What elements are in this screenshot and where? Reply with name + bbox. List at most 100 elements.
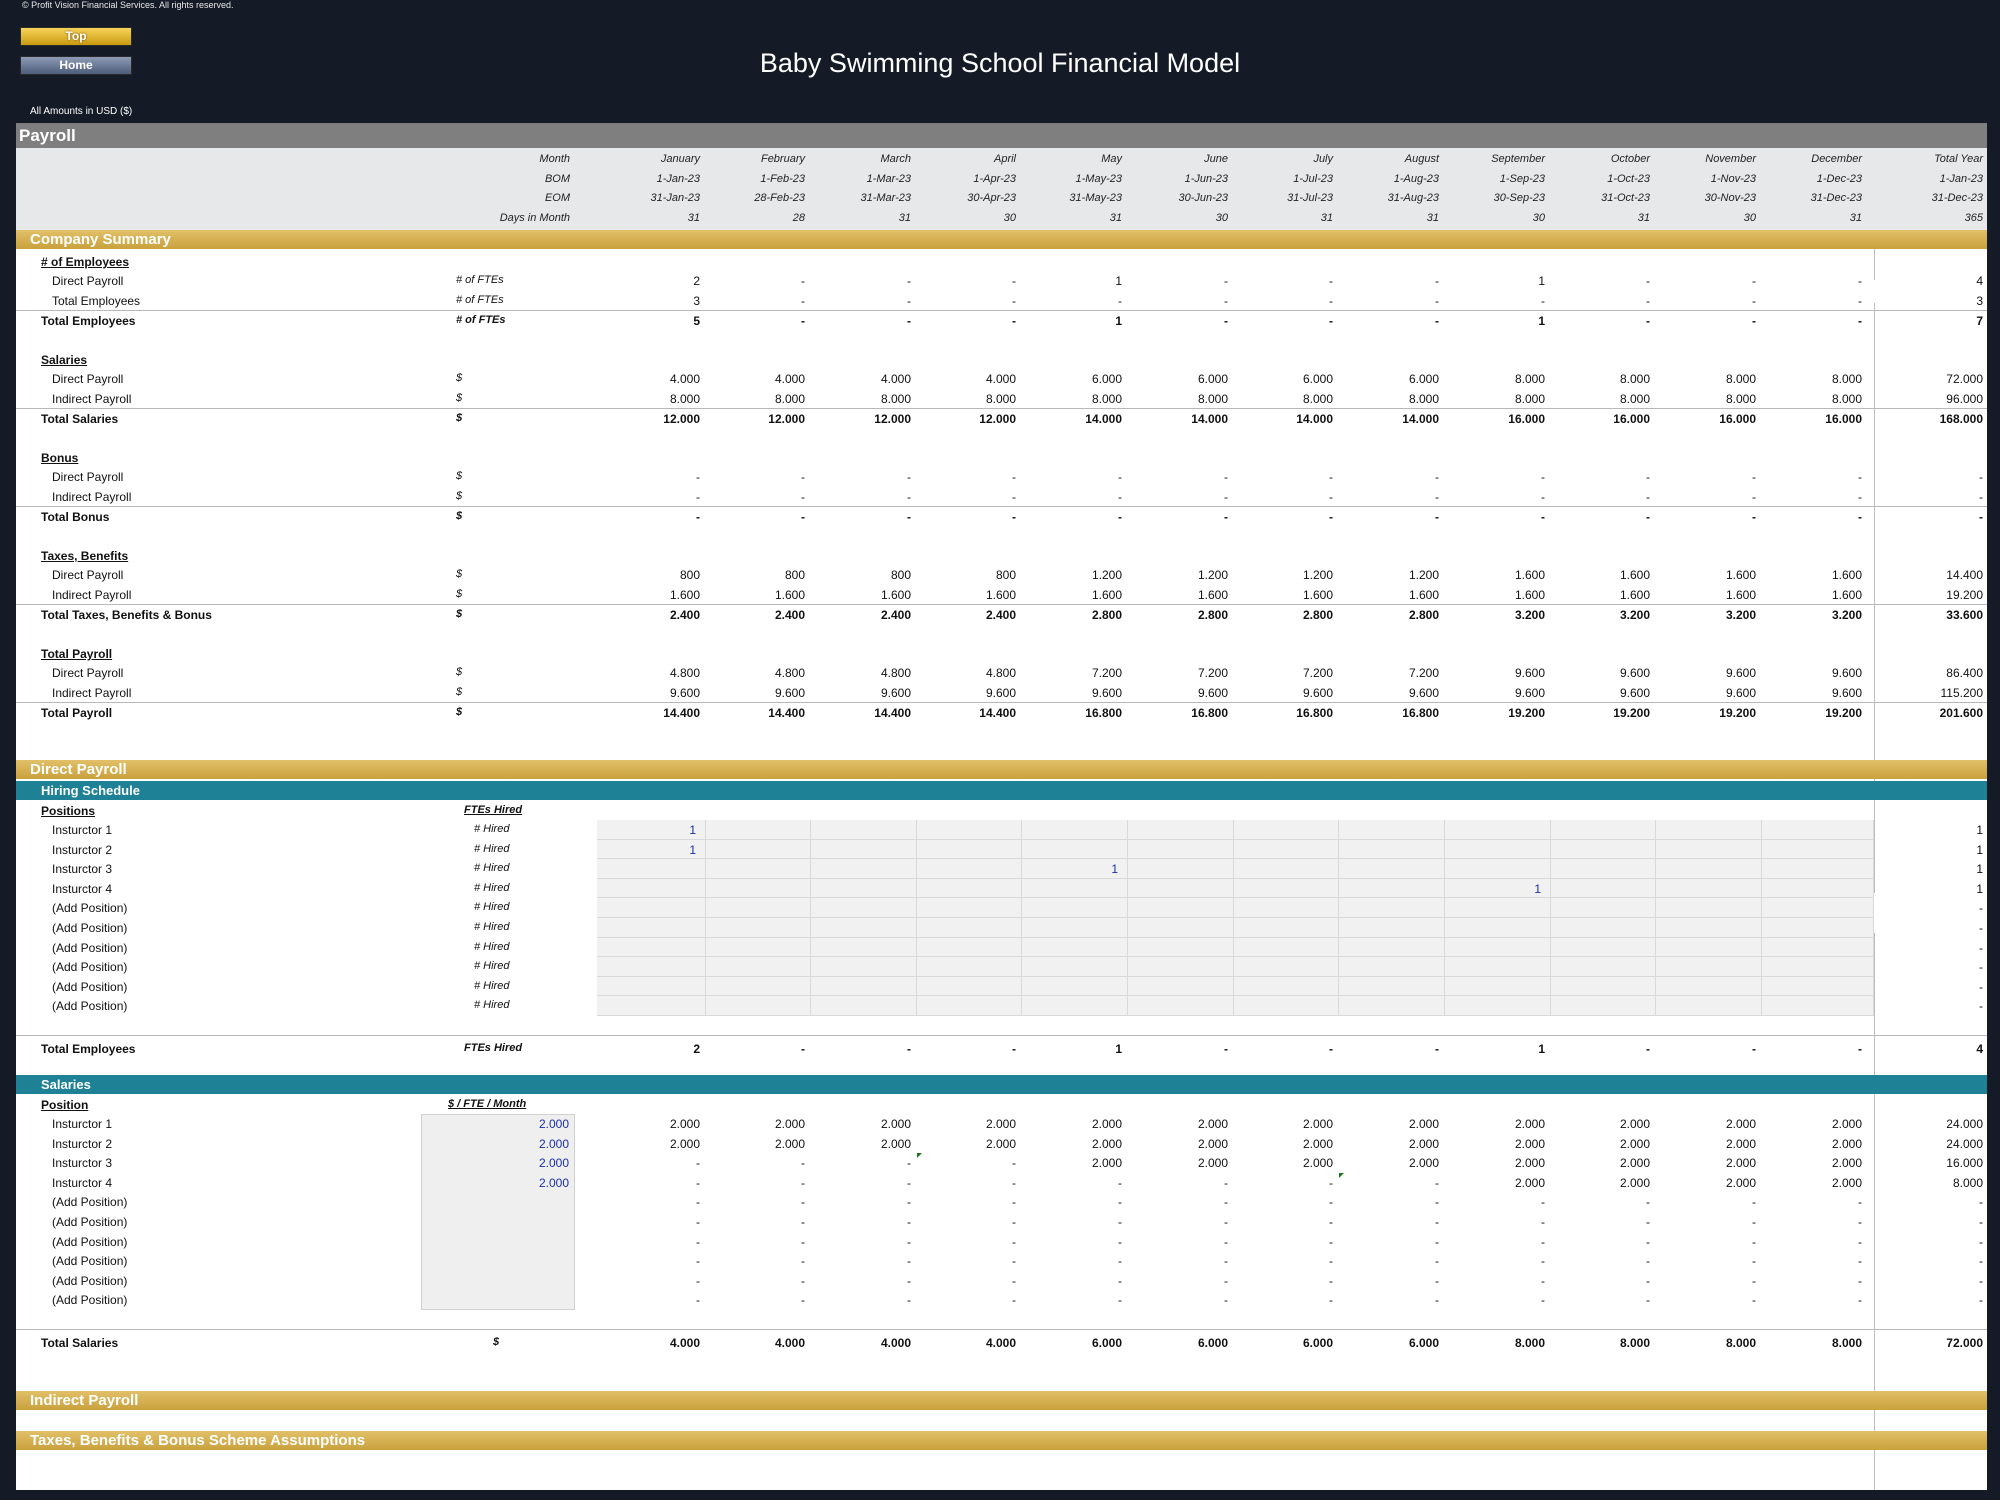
header-cell: November — [1705, 153, 1756, 165]
hiring-row: (Add Position) # Hired - — [16, 918, 1987, 937]
value-cell: 7.200 — [1197, 666, 1228, 680]
data-row: Direct Payroll $ - - - - - - - - - - - - - — [16, 467, 1987, 486]
position-label: (Add Position) — [52, 999, 128, 1014]
value-cell: - — [1329, 1293, 1333, 1308]
header-row: BOM 1-Jan-23 1-Feb-23 1-Mar-23 1-Apr-23 1-May… — [16, 170, 1987, 190]
value-cell: - — [801, 1156, 805, 1171]
salary-rate-input[interactable]: 2.000 — [471, 1117, 569, 1131]
value-cell: 12.000 — [874, 412, 911, 426]
value-cell: 8.000 — [1725, 372, 1756, 386]
section-header-indirect-payroll[interactable]: Indirect Payroll — [16, 1391, 1987, 1410]
value-cell: - — [1224, 489, 1228, 504]
row-unit: # Hired — [474, 901, 510, 914]
data-row: Indirect Payroll $8.000 8.000 8.000 8.000 8.0… — [16, 389, 1987, 408]
ftes-hired-column-header: FTEs Hired — [464, 804, 523, 816]
top-button[interactable]: Top — [20, 27, 132, 46]
value-cell: - — [1012, 1156, 1016, 1171]
section-header-assumptions[interactable]: Taxes, Benefits & Bonus Scheme Assumptio… — [16, 1431, 1987, 1450]
header-cell: April — [993, 153, 1016, 165]
value-cell: - — [907, 470, 911, 484]
value-cell: 4.800 — [985, 666, 1016, 680]
value-cell: 2.000 — [1725, 1156, 1756, 1171]
value-cell: 9.600 — [1514, 685, 1545, 700]
value-cell: 8.000 — [985, 391, 1016, 406]
row-total: - — [1979, 901, 1983, 916]
value-cell: - — [1224, 274, 1228, 288]
header-cell: 31 — [1849, 211, 1862, 224]
value-cell: - — [1012, 274, 1016, 288]
row-total: - — [1979, 999, 1983, 1014]
header-cell: October — [1610, 153, 1650, 165]
value-cell: 4.000 — [880, 372, 911, 386]
value-cell: 1.200 — [1091, 568, 1122, 582]
value-cell: 14.400 — [979, 706, 1016, 720]
value-cell: - — [1012, 1042, 1016, 1056]
value-cell: 2.000 — [1408, 1136, 1439, 1151]
header-cell: 31 — [1637, 211, 1650, 224]
hired-input-value[interactable]: 1 — [596, 843, 696, 857]
value-cell: 72.000 — [1946, 1336, 1983, 1350]
salary-rate-input[interactable]: 2.000 — [471, 1176, 569, 1190]
value-cell: - — [1979, 489, 1983, 504]
hired-input-value[interactable]: 1 — [1441, 882, 1541, 896]
value-cell: - — [1646, 293, 1650, 308]
header-cell: 28-Feb-23 — [754, 192, 805, 204]
position-label: (Add Position) — [52, 1215, 128, 1229]
value-cell: 1.600 — [1408, 587, 1439, 602]
value-cell: 2.000 — [1408, 1156, 1439, 1171]
data-row: Direct Payroll $800 800 800 800 1.200 1.200 1.2… — [16, 565, 1987, 584]
value-cell: 16.800 — [1296, 706, 1333, 720]
salary-row: Insturctor 3 2.000 - - - - 2.000 2.000 2.000 2.00… — [16, 1153, 1987, 1172]
value-cell: 7.200 — [1408, 666, 1439, 680]
value-cell: 2.000 — [1302, 1117, 1333, 1131]
header-cell: 31 — [1320, 211, 1333, 224]
header-cell: Total Year — [1934, 153, 1983, 165]
value-cell: 8.000 — [1408, 391, 1439, 406]
value-cell: - — [907, 489, 911, 504]
header-cell: May — [1101, 153, 1122, 165]
value-cell: 8.000 — [1619, 391, 1650, 406]
value-cell: - — [1012, 470, 1016, 484]
position-label: (Add Position) — [52, 1234, 128, 1249]
row-unit: $ — [456, 666, 463, 678]
value-cell: - — [696, 489, 700, 504]
value-cell: 800 — [784, 568, 805, 582]
value-cell: 1.600 — [1619, 587, 1650, 602]
value-cell: 16.800 — [1402, 706, 1439, 720]
value-cell: 2.000 — [1302, 1136, 1333, 1151]
value-cell: - — [907, 1293, 911, 1308]
total-unit: # of FTEs — [456, 314, 506, 326]
row-total: 1 — [1976, 881, 1983, 896]
value-cell: - — [801, 274, 805, 288]
data-row: Indirect Payroll $1.600 1.600 1.600 1.600 1.6… — [16, 585, 1987, 604]
value-cell: 2.000 — [985, 1117, 1016, 1131]
total-unit: $ — [456, 510, 463, 522]
value-cell: 1 — [1538, 1042, 1545, 1056]
value-cell: 4.800 — [669, 666, 700, 680]
value-cell: - — [1224, 1273, 1228, 1288]
value-cell: - — [696, 1293, 700, 1308]
value-cell: - — [907, 1234, 911, 1249]
value-cell: - — [1224, 293, 1228, 308]
value-cell: - — [1118, 489, 1122, 504]
value-cell: 2.000 — [1831, 1136, 1862, 1151]
salary-rate-input[interactable]: 2.000 — [471, 1137, 569, 1151]
row-unit: # Hired — [474, 921, 510, 933]
salary-rate-input[interactable]: 2.000 — [471, 1156, 569, 1170]
header-row-label: BOM — [544, 172, 570, 185]
hired-input-value[interactable]: 1 — [596, 823, 696, 837]
value-cell: 2.000 — [774, 1136, 805, 1151]
value-cell: - — [1979, 1273, 1983, 1288]
value-cell: 8.000 — [774, 391, 805, 406]
hiring-row: (Add Position) # Hired - — [16, 977, 1987, 996]
hired-input-value[interactable]: 1 — [1018, 862, 1118, 876]
value-cell: - — [1541, 1254, 1545, 1269]
value-cell: - — [1646, 1254, 1650, 1269]
total-unit: $ — [456, 412, 463, 424]
total-label: Total Salaries — [41, 412, 119, 426]
row-unit: # Hired — [474, 940, 510, 953]
header-cell: 31-Mar-23 — [860, 192, 911, 204]
header-cell: 1-Oct-23 — [1607, 172, 1650, 185]
total-unit: $ — [493, 1336, 500, 1348]
value-cell: - — [1435, 1215, 1439, 1229]
